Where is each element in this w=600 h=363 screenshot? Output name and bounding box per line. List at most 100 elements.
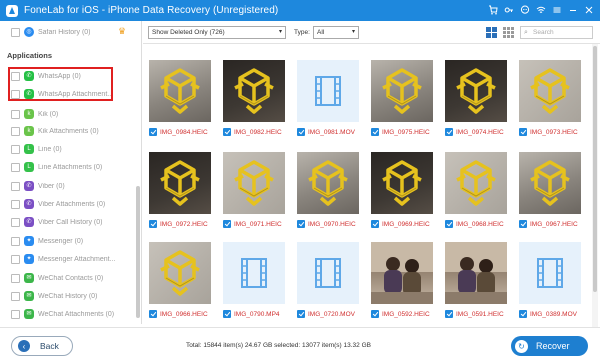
checked-checkbox[interactable] — [519, 128, 527, 136]
back-button[interactable]: ‹ Back — [11, 336, 73, 356]
media-tile[interactable]: IMG_0974.HEIC — [441, 52, 513, 142]
sidebar-item[interactable]: k Kik Attachments (0) — [0, 122, 138, 140]
minimize-icon[interactable] — [566, 3, 580, 17]
checkbox[interactable] — [11, 291, 20, 301]
media-tile[interactable]: IMG_0389.MOV — [515, 234, 587, 324]
sidebar-item[interactable]: L Line Attachments (0) — [0, 158, 138, 176]
sidebar-item[interactable]: ✉ WeChat History (0) — [0, 287, 138, 305]
sidebar-item[interactable]: ✆ Viber (0) — [0, 177, 138, 195]
chat-icon[interactable] — [518, 3, 532, 17]
checkbox[interactable] — [11, 109, 20, 119]
checkbox[interactable] — [11, 181, 20, 191]
checkbox[interactable] — [11, 273, 20, 283]
photo-thumbnail[interactable] — [223, 60, 285, 122]
sidebar-item[interactable]: ✆ Viber Attachments (0) — [0, 195, 138, 213]
media-tile[interactable]: IMG_0969.HEIC — [367, 144, 439, 234]
list-view-icon[interactable] — [503, 27, 514, 38]
media-tile[interactable]: IMG_0972.HEIC — [145, 144, 217, 234]
media-tile[interactable]: IMG_0967.HEIC — [515, 144, 587, 234]
sidebar-item[interactable]: ✉ WeChat Attachments (0) — [0, 305, 138, 323]
checked-checkbox[interactable] — [223, 310, 231, 318]
sidebar-scrollbar[interactable] — [136, 186, 140, 318]
photo-thumbnail[interactable] — [371, 242, 433, 304]
photo-thumbnail[interactable] — [371, 60, 433, 122]
media-tile[interactable]: IMG_0720.MOV — [293, 234, 365, 324]
checkbox[interactable] — [11, 162, 20, 172]
checked-checkbox[interactable] — [149, 220, 157, 228]
photo-thumbnail[interactable] — [223, 152, 285, 214]
checked-checkbox[interactable] — [371, 220, 379, 228]
media-tile[interactable]: IMG_0975.HEIC — [367, 52, 439, 142]
video-thumbnail-icon[interactable] — [297, 60, 359, 122]
checkbox[interactable] — [11, 126, 20, 136]
checked-checkbox[interactable] — [445, 220, 453, 228]
sidebar-item[interactable]: ✦ Messenger Attachment... — [0, 250, 138, 268]
checked-checkbox[interactable] — [445, 310, 453, 318]
checked-checkbox[interactable] — [149, 128, 157, 136]
photo-thumbnail[interactable] — [445, 152, 507, 214]
checked-checkbox[interactable] — [297, 310, 305, 318]
checked-checkbox[interactable] — [223, 128, 231, 136]
file-name: IMG_0975.HEIC — [382, 128, 430, 136]
photo-thumbnail[interactable] — [371, 152, 433, 214]
sidebar-item[interactable]: L Line (0) — [0, 140, 138, 158]
media-tile[interactable]: IMG_0790.MP4 — [219, 234, 291, 324]
sidebar-item[interactable]: k Kik (0) — [0, 105, 138, 123]
photo-thumbnail[interactable] — [149, 60, 211, 122]
show-deleted-select[interactable]: Show Deleted Only (726) ▾ — [148, 26, 286, 39]
checkbox[interactable] — [11, 199, 20, 209]
photo-thumbnail[interactable] — [297, 152, 359, 214]
checkbox[interactable] — [11, 254, 20, 264]
checked-checkbox[interactable] — [371, 310, 379, 318]
checked-checkbox[interactable] — [519, 310, 527, 318]
photo-thumbnail[interactable] — [519, 60, 581, 122]
sidebar-item[interactable]: ✆ Viber Call History (0) — [0, 213, 138, 231]
media-tile[interactable]: IMG_0592.HEIC — [367, 234, 439, 324]
media-tile[interactable]: IMG_0971.HEIC — [219, 144, 291, 234]
media-tile[interactable]: IMG_0981.MOV — [293, 52, 365, 142]
tile-label: IMG_0970.HEIC — [297, 220, 356, 228]
key-icon[interactable] — [502, 3, 516, 17]
media-tile[interactable]: IMG_0970.HEIC — [293, 144, 365, 234]
checkbox[interactable] — [11, 27, 20, 37]
tile-label: IMG_0969.HEIC — [371, 220, 430, 228]
close-icon[interactable] — [582, 3, 596, 17]
search-input[interactable]: ⌕ Search — [520, 26, 593, 39]
wifi-icon[interactable] — [534, 3, 548, 17]
photo-thumbnail[interactable] — [149, 152, 211, 214]
menu-icon[interactable] — [550, 3, 564, 17]
video-thumbnail-icon[interactable] — [297, 242, 359, 304]
photo-thumbnail[interactable] — [445, 242, 507, 304]
grid-view-icon[interactable] — [486, 27, 497, 38]
file-name: IMG_0971.HEIC — [234, 220, 282, 228]
photo-thumbnail[interactable] — [149, 242, 211, 304]
media-tile[interactable]: IMG_0984.HEIC — [145, 52, 217, 142]
checked-checkbox[interactable] — [297, 220, 305, 228]
media-tile[interactable]: IMG_0968.HEIC — [441, 144, 513, 234]
checked-checkbox[interactable] — [519, 220, 527, 228]
grid-scrollbar[interactable] — [592, 44, 598, 327]
checked-checkbox[interactable] — [297, 128, 305, 136]
sidebar-item[interactable]: ✦ Messenger (0) — [0, 232, 138, 250]
photo-thumbnail[interactable] — [519, 152, 581, 214]
video-thumbnail-icon[interactable] — [223, 242, 285, 304]
tile-label: IMG_0790.MP4 — [223, 310, 280, 318]
recover-button[interactable]: ↻ Recover — [511, 336, 588, 356]
checked-checkbox[interactable] — [149, 310, 157, 318]
media-tile[interactable]: IMG_0982.HEIC — [219, 52, 291, 142]
checked-checkbox[interactable] — [223, 220, 231, 228]
checked-checkbox[interactable] — [371, 128, 379, 136]
checkbox[interactable] — [11, 144, 20, 154]
sidebar-item[interactable]: ✉ WeChat Contacts (0) — [0, 269, 138, 287]
media-tile[interactable]: IMG_0973.HEIC — [515, 52, 587, 142]
video-thumbnail-icon[interactable] — [519, 242, 581, 304]
media-tile[interactable]: IMG_0591.HEIC — [441, 234, 513, 324]
photo-thumbnail[interactable] — [445, 60, 507, 122]
media-tile[interactable]: IMG_0966.HEIC — [145, 234, 217, 324]
checkbox[interactable] — [11, 217, 20, 227]
checkbox[interactable] — [11, 236, 20, 246]
checked-checkbox[interactable] — [445, 128, 453, 136]
cart-icon[interactable] — [486, 3, 500, 17]
checkbox[interactable] — [11, 309, 20, 319]
type-select[interactable]: All ▾ — [313, 26, 359, 39]
